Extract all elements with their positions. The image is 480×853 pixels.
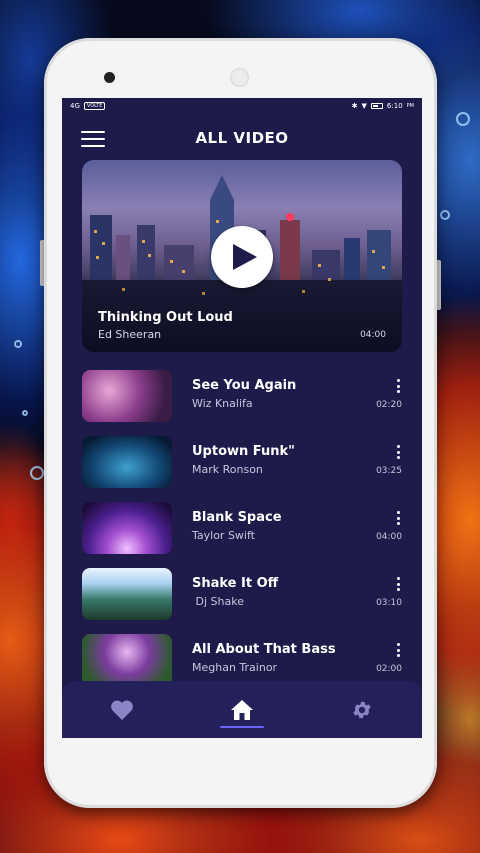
nav-favorites[interactable] xyxy=(92,681,152,738)
video-duration: 03:10 xyxy=(376,598,402,608)
video-artist: Mark Ronson xyxy=(192,463,263,476)
bluetooth-icon: ✱ xyxy=(351,102,358,110)
water-drop xyxy=(30,466,44,480)
list-item[interactable]: Uptown Funk" Mark Ronson 03:25 xyxy=(62,436,422,502)
featured-artist: Ed Sheeran xyxy=(98,328,162,341)
more-vert-icon[interactable] xyxy=(394,445,402,459)
status-bar: 4G VOLTE ✱ ▼ 6:10 PM xyxy=(62,98,422,114)
heart-icon xyxy=(111,700,133,720)
wifi-icon: ▼ xyxy=(361,102,367,110)
video-thumbnail xyxy=(82,436,172,488)
bottom-nav xyxy=(62,681,422,738)
featured-title: Thinking Out Loud xyxy=(98,310,233,325)
water-drop xyxy=(14,340,22,348)
list-item[interactable]: Shake It Off Dj Shake 03:10 xyxy=(62,568,422,634)
status-left: 4G VOLTE xyxy=(70,102,106,110)
video-list: See You Again Wiz Knalifa 02:20 Uptown F… xyxy=(62,370,422,700)
home-icon xyxy=(231,699,253,720)
active-tab-indicator xyxy=(220,726,264,728)
status-right: ✱ ▼ 6:10 PM xyxy=(352,102,414,110)
top-bar: ALL VIDEO xyxy=(62,114,422,162)
network-label: 4G xyxy=(70,102,80,110)
video-duration: 02:00 xyxy=(376,664,402,674)
gear-icon xyxy=(353,701,371,718)
featured-duration: 04:00 xyxy=(360,330,386,340)
video-thumbnail xyxy=(82,502,172,554)
nav-settings[interactable] xyxy=(332,681,392,738)
status-ampm: PM xyxy=(406,103,414,109)
battery-icon xyxy=(370,103,383,109)
nav-home[interactable] xyxy=(212,681,272,738)
hamburger-menu-icon[interactable] xyxy=(81,131,105,147)
video-thumbnail xyxy=(82,568,172,620)
video-title: Blank Space xyxy=(192,510,282,525)
video-title: Shake It Off xyxy=(192,576,279,591)
more-vert-icon[interactable] xyxy=(394,643,402,657)
video-artist: Meghan Trainor xyxy=(192,661,278,674)
video-duration: 02:20 xyxy=(376,400,402,410)
video-thumbnail xyxy=(82,370,172,422)
video-title: See You Again xyxy=(192,378,297,393)
video-artist: Wiz Knalifa xyxy=(192,397,253,410)
water-drop xyxy=(456,112,470,126)
list-item[interactable]: Blank Space Taylor Swift 04:00 xyxy=(62,502,422,568)
proximity-sensor xyxy=(230,68,249,87)
video-thumbnail xyxy=(82,634,172,686)
featured-video-card[interactable]: Thinking Out Loud Ed Sheeran 04:00 xyxy=(82,160,402,352)
more-vert-icon[interactable] xyxy=(394,379,402,393)
list-item[interactable]: See You Again Wiz Knalifa 02:20 xyxy=(62,370,422,436)
video-title: Uptown Funk" xyxy=(192,444,295,459)
page-title: ALL VIDEO xyxy=(195,129,289,147)
more-vert-icon[interactable] xyxy=(394,511,402,525)
video-title: All About That Bass xyxy=(192,642,336,657)
video-artist: Taylor Swift xyxy=(192,529,255,542)
video-artist: Dj Shake xyxy=(192,595,244,608)
water-drop xyxy=(440,210,450,220)
video-duration: 04:00 xyxy=(376,532,402,542)
play-icon xyxy=(232,244,257,270)
app-screen: 4G VOLTE ✱ ▼ 6:10 PM ALL VIDEO Thinking … xyxy=(62,98,422,738)
front-camera xyxy=(104,72,115,83)
play-button[interactable] xyxy=(211,226,273,288)
more-vert-icon[interactable] xyxy=(394,577,402,591)
volte-badge: VOLTE xyxy=(83,102,106,110)
water-drop xyxy=(22,410,28,416)
status-time: 6:10 xyxy=(386,102,403,110)
video-duration: 03:25 xyxy=(376,466,402,476)
